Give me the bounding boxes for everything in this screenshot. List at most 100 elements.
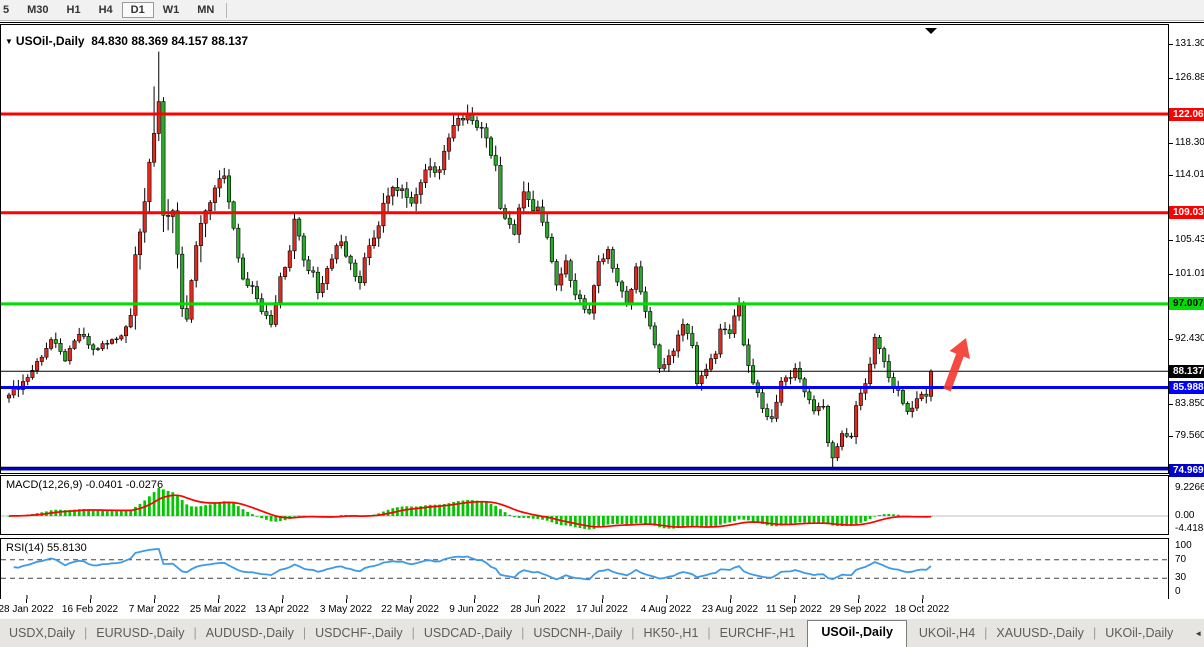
chart-tab-eurchfh1[interactable]: EURCHF-,H1 (711, 622, 805, 647)
current-bar-marker-icon (925, 28, 937, 34)
price-tick-mark (1169, 339, 1173, 340)
date-tick-label: 25 Mar 2022 (190, 604, 246, 615)
toolbar-separator (226, 3, 227, 18)
tab-scroll-left-icon[interactable]: ◄ (1194, 629, 1202, 638)
rsi-pane-canvas[interactable] (1, 539, 1168, 599)
date-tick-mark (410, 599, 411, 603)
price-tick-mark (1169, 436, 1173, 437)
chart-tab-bar: USDX,Daily|EURUSD-,Daily|AUDUSD-,Daily|U… (0, 618, 1204, 647)
date-tick-mark (858, 599, 859, 603)
price-tick-label: 131.30 (1175, 38, 1204, 50)
trend-arrow-icon[interactable] (947, 338, 970, 390)
chart-tab-xauusddaily[interactable]: XAUUSD-,Daily (987, 622, 1093, 647)
price-tick-label: 118.30 (1175, 137, 1204, 149)
price-tick-label: 101.01 (1175, 268, 1204, 280)
macd-axis-label: 0.00 (1175, 510, 1194, 522)
rsi-axis-label: 0 (1175, 586, 1181, 598)
price-tick-label: 114.01 (1175, 169, 1204, 181)
rsi-indicator-label: RSI(14) 55.8130 (6, 542, 87, 554)
chart-tab-usoildaily[interactable]: USOil-,Daily (807, 620, 907, 647)
price-level-label: 88.137 (1169, 365, 1204, 378)
timeframe-button-h1[interactable]: H1 (58, 2, 90, 18)
date-tick-mark (154, 599, 155, 603)
date-tick-mark (666, 599, 667, 603)
macd-indicator-label: MACD(12,26,9) -0.0401 -0.0276 (6, 479, 163, 491)
price-pane (0, 24, 1169, 474)
price-pane-canvas[interactable] (1, 25, 1168, 473)
price-level-label: 109.03 (1169, 206, 1204, 219)
price-tick-label: 92.430 (1175, 333, 1204, 345)
chart-tab-eurusddaily[interactable]: EURUSD-,Daily (87, 622, 193, 647)
chart-tab-hk50h1[interactable]: HK50-,H1 (635, 622, 708, 647)
date-tick-label: 13 Apr 2022 (255, 604, 309, 615)
date-tick-mark (218, 599, 219, 603)
timeframe-button-h4[interactable]: H4 (90, 2, 122, 18)
chart-tab-usdcaddaily[interactable]: USDCAD-,Daily (415, 622, 521, 647)
macd-pane-canvas[interactable] (1, 476, 1168, 534)
timeframe-button-w1[interactable]: W1 (154, 2, 189, 18)
date-tick-label: 22 May 2022 (381, 604, 439, 615)
chart-window: ▼USOil-,Daily 84.830 88.369 84.157 88.13… (0, 22, 1204, 618)
date-tick-label: 4 Aug 2022 (641, 604, 692, 615)
price-tick-mark (1169, 143, 1173, 144)
timeframe-button-mn[interactable]: MN (188, 2, 223, 18)
date-tick-mark (922, 599, 923, 603)
price-tick-label: 126.88 (1175, 72, 1204, 84)
rsi-axis-label: 100 (1175, 540, 1192, 552)
macd-pane (0, 475, 1169, 535)
timeframe-button-5[interactable]: 5 (0, 2, 18, 18)
price-axis[interactable]: 131.30 126.88 118.30 114.01 105.43 101.01 92.4… (1169, 23, 1204, 619)
price-level-label: 74.969 (1169, 464, 1204, 477)
price-tick-mark (1169, 44, 1173, 45)
chart-tab-audusddaily[interactable]: AUDUSD-,Daily (197, 622, 303, 647)
price-tick-label: 105.43 (1175, 234, 1204, 246)
rsi-pane (0, 538, 1169, 600)
date-tick-mark (794, 599, 795, 603)
price-tick-mark (1169, 78, 1173, 79)
date-tick-label: 28 Jun 2022 (510, 604, 565, 615)
rsi-axis-label: 30 (1175, 572, 1186, 584)
date-tick-label: 11 Sep 2022 (766, 604, 822, 615)
chart-symbol-label: USOil-,Daily (16, 34, 85, 48)
date-tick-label: 23 Aug 2022 (702, 604, 758, 615)
date-axis[interactable]: 28 Jan 202216 Feb 20227 Mar 202225 Mar 2… (0, 599, 1169, 619)
date-tick-mark (282, 599, 283, 603)
macd-histogram (8, 488, 933, 530)
date-tick-label: 9 Jun 2022 (449, 604, 499, 615)
date-tick-mark (346, 599, 347, 603)
chart-tab-ukoildaily[interactable]: UKOil-,Daily (1096, 622, 1182, 647)
date-tick-label: 18 Oct 2022 (895, 604, 949, 615)
price-tick-mark (1169, 404, 1173, 405)
timeframe-button-d1[interactable]: D1 (122, 2, 154, 18)
chart-tab-usdxdaily[interactable]: USDX,Daily (0, 622, 84, 647)
date-tick-label: 17 Jul 2022 (576, 604, 628, 615)
date-tick-mark (602, 599, 603, 603)
price-tick-label: 83.850 (1175, 398, 1204, 410)
chart-tab-usdchfdaily[interactable]: USDCHF-,Daily (306, 622, 412, 647)
timeframe-toolbar: 5M30H1H4D1W1MN (0, 0, 1204, 21)
date-tick-label: 29 Sep 2022 (830, 604, 887, 615)
date-tick-mark (538, 599, 539, 603)
tab-scroll-controls: ◄► (1182, 629, 1204, 647)
rsi-axis-label: 70 (1175, 554, 1186, 566)
chart-tab-ukoilh4[interactable]: UKOil-,H4 (910, 622, 984, 647)
date-tick-mark (474, 599, 475, 603)
timeframe-button-m30[interactable]: M30 (18, 2, 57, 18)
macd-axis-label: -4.4188 (1175, 523, 1204, 535)
price-tick-mark (1169, 240, 1173, 241)
price-tick-mark (1169, 175, 1173, 176)
macd-signal-line (9, 495, 931, 527)
price-tick-label: 79.560 (1175, 430, 1204, 442)
mt4-terminal: { "toolbar": { "timeframes": ["5", "M30"… (0, 0, 1204, 647)
chart-tab-usdcnhdaily[interactable]: USDCNH-,Daily (524, 622, 631, 647)
chart-collapse-icon[interactable]: ▼ (5, 37, 13, 46)
macd-axis-label: 9.2266 (1175, 482, 1204, 494)
price-level-label: 122.06 (1169, 108, 1204, 121)
date-tick-mark (730, 599, 731, 603)
rsi-line (14, 549, 931, 580)
date-tick-mark (26, 599, 27, 603)
date-tick-mark (90, 599, 91, 603)
date-tick-label: 16 Feb 2022 (62, 604, 118, 615)
date-tick-label: 28 Jan 2022 (0, 604, 54, 615)
date-tick-label: 3 May 2022 (320, 604, 372, 615)
